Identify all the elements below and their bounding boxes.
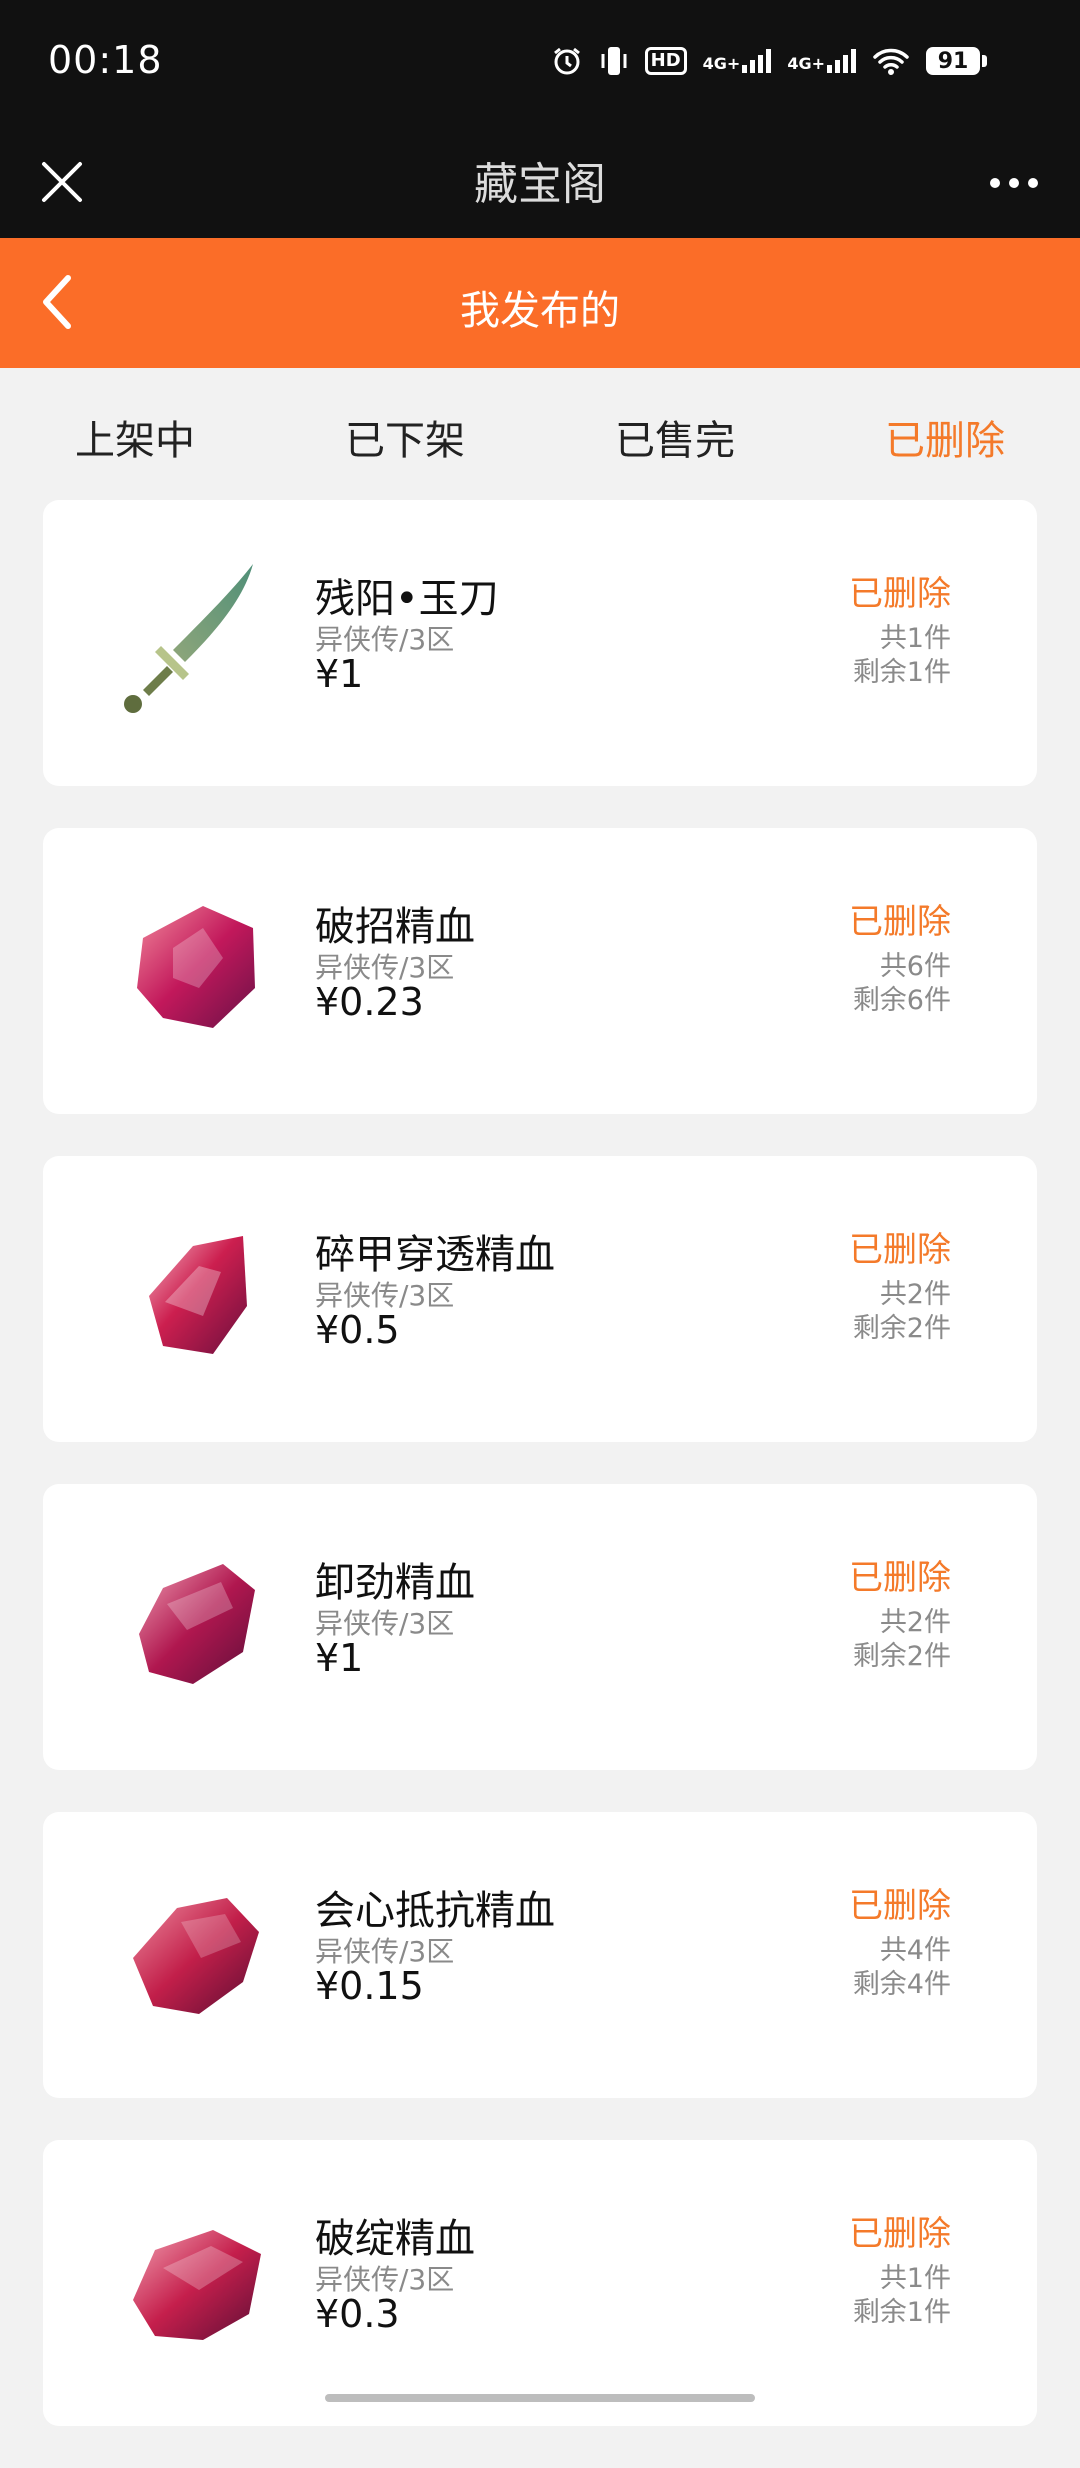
item-remaining: 剩余1件: [852, 2297, 951, 2328]
blood-crystal-icon: [103, 1862, 279, 2038]
item-price: ¥1: [315, 1636, 364, 1680]
item-price: ¥0.5: [315, 1308, 400, 1352]
list-item[interactable]: 破招精血 异侠传/3区 ¥0.23 已删除 共6件 剩余6件: [43, 828, 1037, 1114]
item-name: 会心抵抗精血: [315, 1888, 555, 1934]
tab-deleted[interactable]: 已删除: [810, 368, 1080, 500]
more-dot-icon: [1009, 178, 1019, 188]
item-price: ¥0.23: [315, 980, 424, 1024]
item-remaining: 剩余2件: [852, 1313, 951, 1344]
item-remaining: 剩余2件: [852, 1641, 951, 1672]
item-price: ¥0.3: [315, 2292, 400, 2336]
status-tabs: 上架中 已下架 已售完 已删除: [0, 368, 1080, 500]
blood-crystal-icon: [103, 878, 279, 1054]
more-dot-icon: [990, 178, 1000, 188]
more-dot-icon: [1028, 178, 1038, 188]
blood-crystal-icon: [103, 1534, 279, 1710]
status-bar: 00:18 HD 4G+ 4G+ 91: [0, 0, 1080, 128]
app-titlebar: 藏宝阁: [0, 128, 1080, 238]
list-item[interactable]: 卸劲精血 异侠传/3区 ¥1 已删除 共2件 剩余2件: [43, 1484, 1037, 1770]
signal-icon-2: 4G+: [787, 49, 856, 73]
page-header: 我发布的: [0, 238, 1080, 368]
hd-badge: HD: [644, 47, 687, 75]
list-item[interactable]: 残阳•玉刀 异侠传/3区 ¥1 已删除 共1件 剩余1件: [43, 500, 1037, 786]
item-remaining: 剩余4件: [852, 1969, 951, 2000]
item-price: ¥1: [315, 652, 364, 696]
tab-listed[interactable]: 上架中: [0, 368, 270, 500]
item-name: 破绽精血: [315, 2216, 475, 2262]
blood-crystal-icon: [103, 1206, 279, 1382]
item-list: 残阳•玉刀 异侠传/3区 ¥1 已删除 共1件 剩余1件 破招精血 异侠传/3区…: [43, 500, 1037, 2468]
network-type-1: 4G+: [702, 54, 741, 73]
status-time: 00:18: [48, 38, 163, 82]
list-item[interactable]: 会心抵抗精血 异侠传/3区 ¥0.15 已删除 共4件 剩余4件: [43, 1812, 1037, 2098]
item-remaining: 剩余1件: [852, 657, 951, 688]
status-badge: 已删除: [849, 1886, 951, 1926]
list-item[interactable]: 破绽精血 异侠传/3区 ¥0.3 已删除 共1件 剩余1件: [43, 2140, 1037, 2426]
item-name: 破招精血: [315, 904, 475, 950]
list-item[interactable]: 碎甲穿透精血 异侠传/3区 ¥0.5 已删除 共2件 剩余2件: [43, 1156, 1037, 1442]
blood-crystal-icon: [103, 2190, 279, 2366]
page-title: 我发布的: [460, 288, 620, 334]
item-name: 残阳•玉刀: [315, 576, 499, 622]
item-remaining: 剩余6件: [852, 985, 951, 1016]
wifi-icon: [872, 46, 910, 76]
status-badge: 已删除: [849, 2214, 951, 2254]
item-price: ¥0.15: [315, 1964, 424, 2008]
item-name: 碎甲穿透精血: [315, 1232, 555, 1278]
app-title: 藏宝阁: [474, 159, 606, 210]
more-button[interactable]: [982, 158, 1046, 208]
tab-sold-out[interactable]: 已售完: [540, 368, 810, 500]
signal-icon-1: 4G+: [703, 49, 772, 73]
status-badge: 已删除: [849, 574, 951, 614]
status-icons: HD 4G+ 4G+ 91: [551, 44, 987, 78]
status-badge: 已删除: [849, 902, 951, 942]
jade-sword-icon: [103, 550, 279, 726]
status-badge: 已删除: [849, 1558, 951, 1598]
vibrate-icon: [599, 44, 629, 78]
status-badge: 已删除: [849, 1230, 951, 1270]
tab-delisted[interactable]: 已下架: [270, 368, 540, 500]
home-indicator[interactable]: [325, 2394, 755, 2402]
alarm-icon: [551, 45, 583, 77]
item-name: 卸劲精血: [315, 1560, 475, 1606]
network-type-2: 4G+: [787, 54, 825, 73]
battery-icon: 91: [926, 47, 987, 75]
